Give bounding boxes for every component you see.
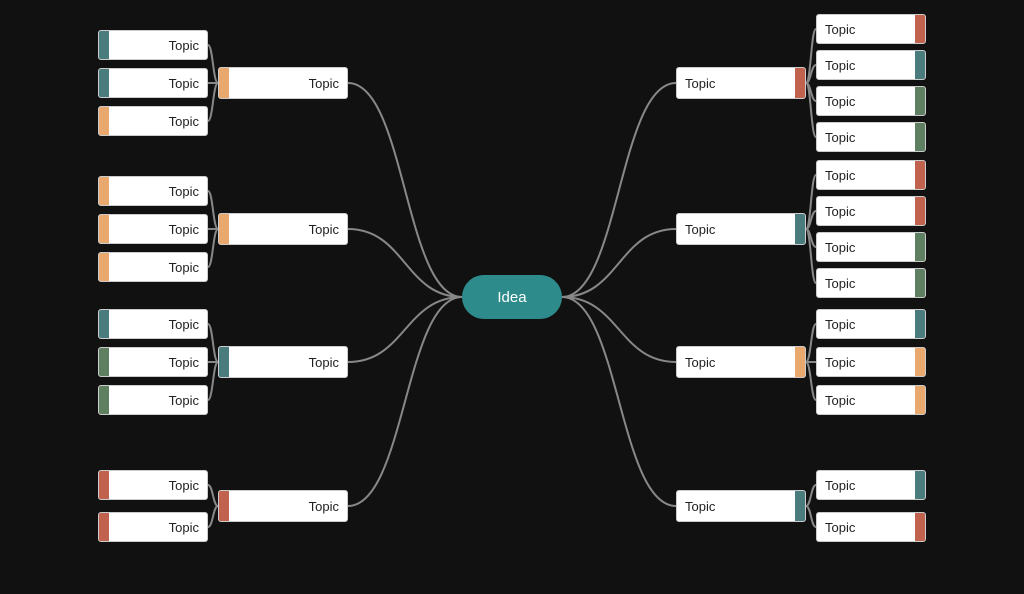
right-leaf-node[interactable]: Topic — [816, 232, 926, 262]
left-leaf-node[interactable]: Topic — [98, 512, 208, 542]
center-node[interactable]: Idea — [462, 275, 562, 319]
mid-node-label: Topic — [309, 355, 339, 370]
mid-node-label: Topic — [685, 222, 715, 237]
right-leaf-node[interactable]: Topic — [816, 268, 926, 298]
left-leaf-node[interactable]: Topic — [98, 176, 208, 206]
right-leaf-node[interactable]: Topic — [816, 160, 926, 190]
node-label: Topic — [825, 22, 855, 37]
right-leaf-node[interactable]: Topic — [816, 512, 926, 542]
mid-node-label: Topic — [309, 499, 339, 514]
left-leaf-node[interactable]: Topic — [98, 385, 208, 415]
left-leaf-node[interactable]: Topic — [98, 347, 208, 377]
node-label: Topic — [825, 130, 855, 145]
left-mid-node[interactable]: Topic — [218, 67, 348, 99]
node-label: Topic — [169, 355, 199, 370]
node-label: Topic — [169, 478, 199, 493]
mid-node-label: Topic — [685, 76, 715, 91]
left-mid-node[interactable]: Topic — [218, 490, 348, 522]
right-leaf-node[interactable]: Topic — [816, 347, 926, 377]
right-mid-node[interactable]: Topic — [676, 346, 806, 378]
mid-node-label: Topic — [685, 355, 715, 370]
node-label: Topic — [169, 76, 199, 91]
left-leaf-node[interactable]: Topic — [98, 252, 208, 282]
mid-node-label: Topic — [309, 76, 339, 91]
node-label: Topic — [825, 317, 855, 332]
right-mid-node[interactable]: Topic — [676, 213, 806, 245]
right-leaf-node[interactable]: Topic — [816, 14, 926, 44]
right-leaf-node[interactable]: Topic — [816, 86, 926, 116]
left-leaf-node[interactable]: Topic — [98, 309, 208, 339]
mid-node-label: Topic — [685, 499, 715, 514]
left-leaf-node[interactable]: Topic — [98, 30, 208, 60]
right-leaf-node[interactable]: Topic — [816, 196, 926, 226]
node-label: Topic — [825, 276, 855, 291]
node-label: Topic — [169, 520, 199, 535]
node-label: Topic — [169, 114, 199, 129]
left-leaf-node[interactable]: Topic — [98, 68, 208, 98]
node-label: Topic — [825, 478, 855, 493]
left-mid-node[interactable]: Topic — [218, 213, 348, 245]
node-label: Topic — [169, 222, 199, 237]
mid-node-label: Topic — [309, 222, 339, 237]
right-leaf-node[interactable]: Topic — [816, 385, 926, 415]
right-leaf-node[interactable]: Topic — [816, 470, 926, 500]
right-mid-node[interactable]: Topic — [676, 67, 806, 99]
node-label: Topic — [825, 240, 855, 255]
right-leaf-node[interactable]: Topic — [816, 309, 926, 339]
node-label: Topic — [169, 184, 199, 199]
node-label: Topic — [825, 204, 855, 219]
right-leaf-node[interactable]: Topic — [816, 122, 926, 152]
node-label: Topic — [169, 393, 199, 408]
node-label: Topic — [169, 260, 199, 275]
node-label: Topic — [825, 58, 855, 73]
right-leaf-node[interactable]: Topic — [816, 50, 926, 80]
left-leaf-node[interactable]: Topic — [98, 470, 208, 500]
node-label: Topic — [169, 38, 199, 53]
right-mid-node[interactable]: Topic — [676, 490, 806, 522]
mindmap-canvas: Idea Topic Topic Topic Topic Topic Topic Topic T… — [0, 0, 1024, 594]
left-leaf-node[interactable]: Topic — [98, 106, 208, 136]
node-label: Topic — [825, 168, 855, 183]
node-label: Topic — [825, 393, 855, 408]
node-label: Topic — [169, 317, 199, 332]
node-label: Topic — [825, 355, 855, 370]
left-mid-node[interactable]: Topic — [218, 346, 348, 378]
left-leaf-node[interactable]: Topic — [98, 214, 208, 244]
node-label: Topic — [825, 520, 855, 535]
node-label: Topic — [825, 94, 855, 109]
